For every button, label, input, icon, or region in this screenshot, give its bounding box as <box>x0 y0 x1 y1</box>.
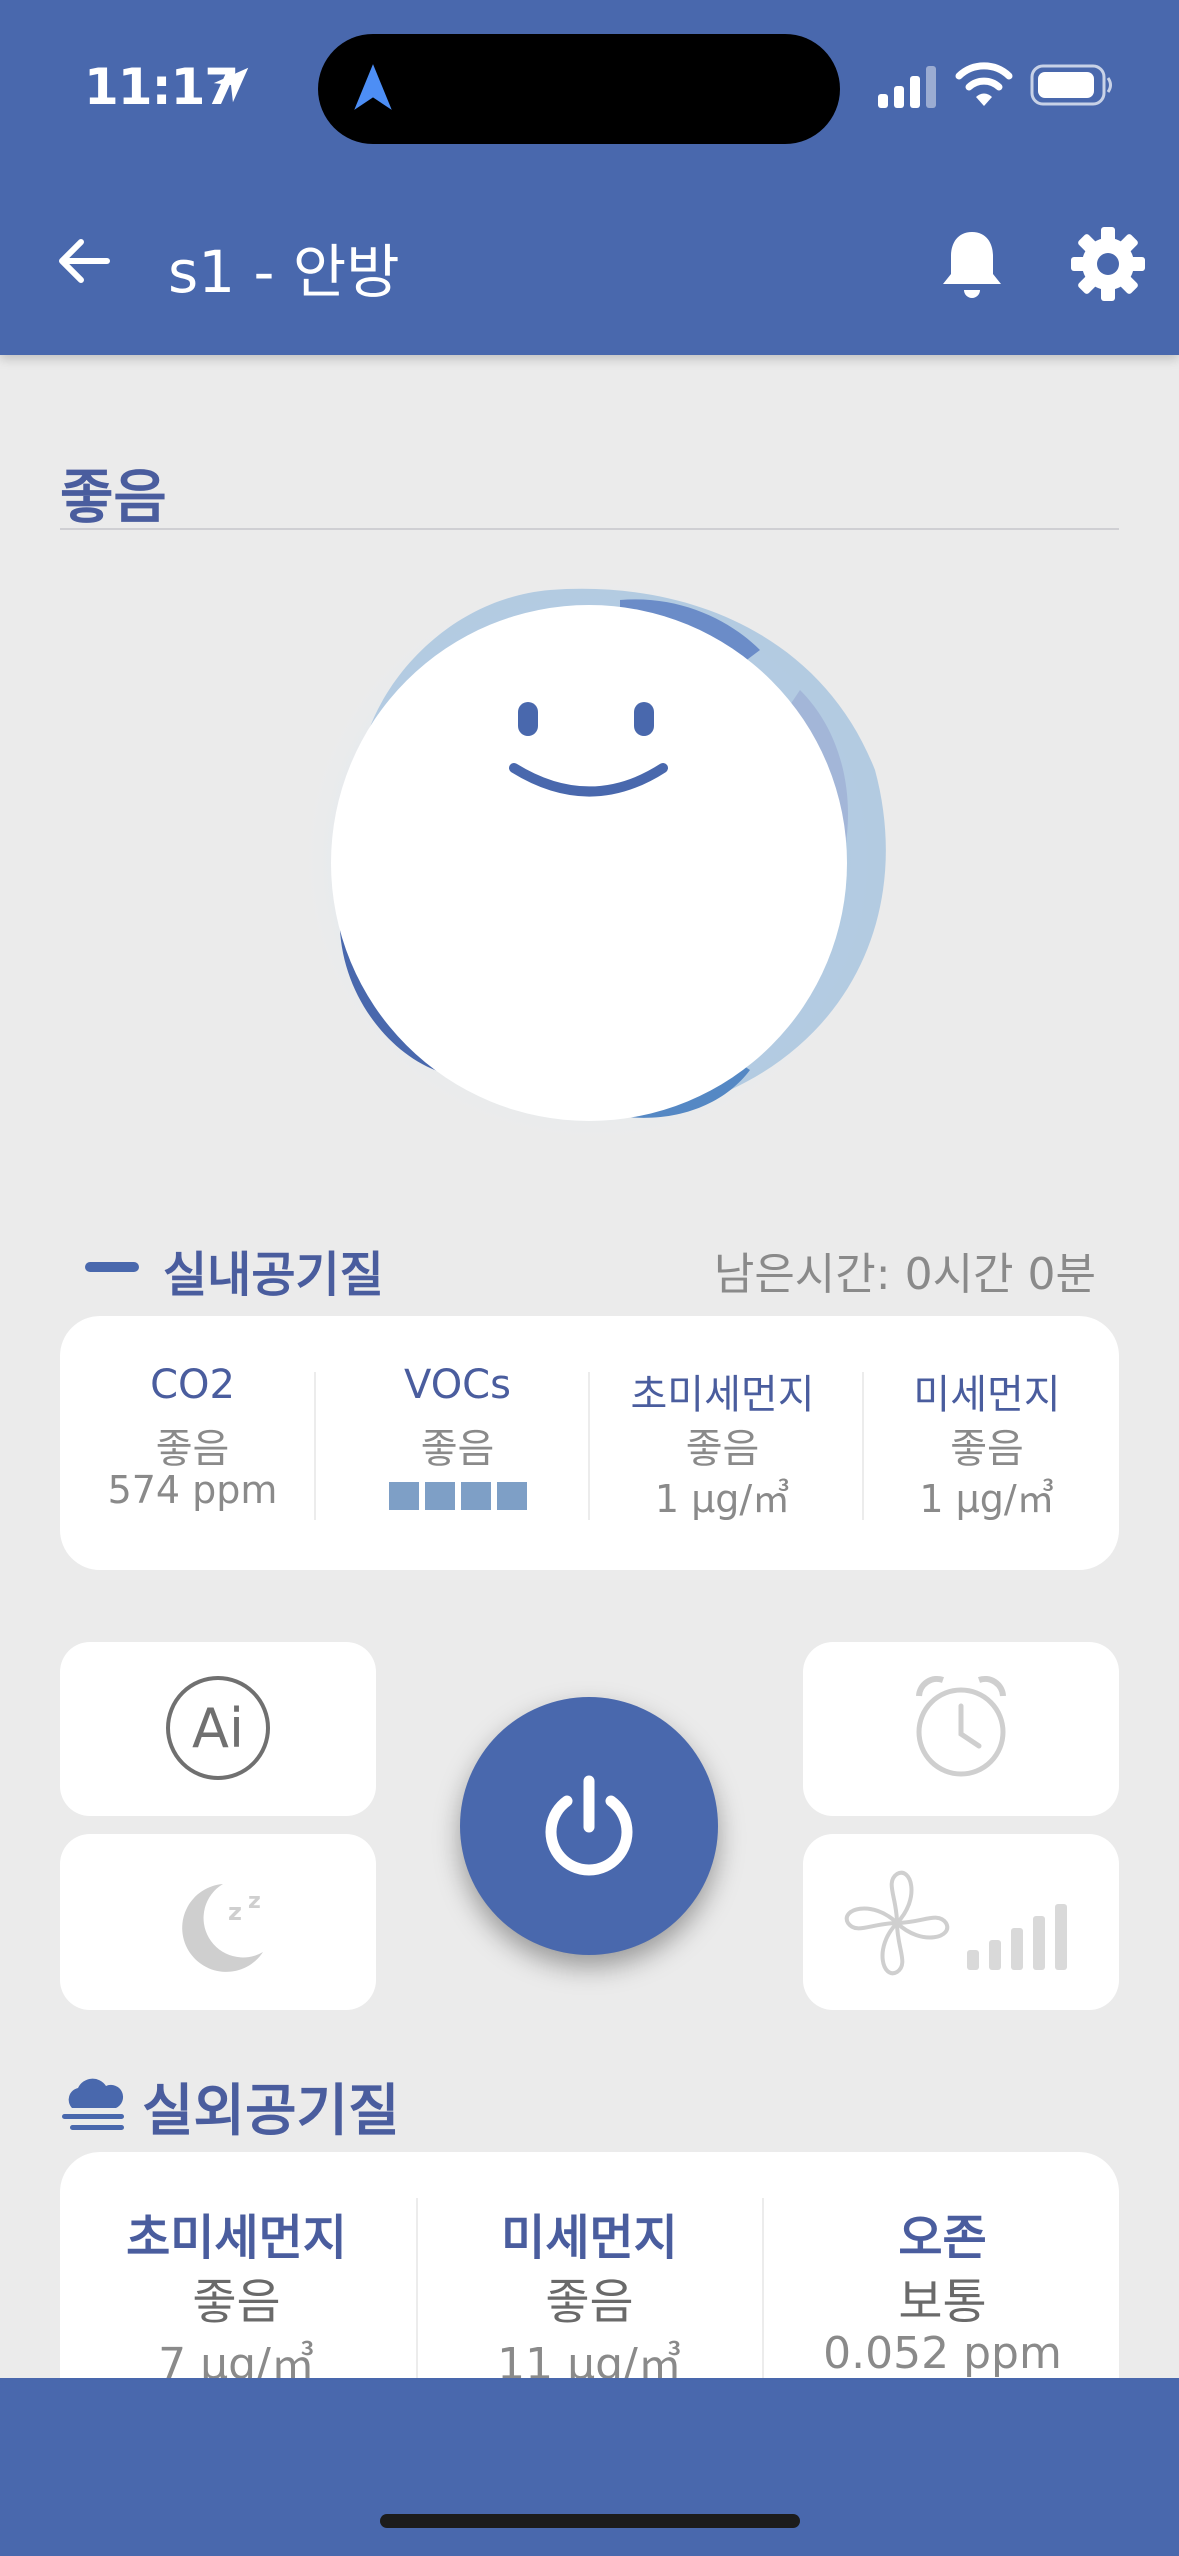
metric-level: 보통 <box>898 2274 987 2330</box>
smiley-face-illustration <box>305 580 886 1140</box>
voc-bar <box>460 1482 491 1510</box>
ai-mode-icon: Ai <box>166 1676 270 1780</box>
indoor-collapse-dash[interactable] <box>85 1262 139 1272</box>
metric-name: 초미세먼지 <box>630 1372 815 1418</box>
power-button[interactable] <box>460 1697 718 1955</box>
voc-bar <box>424 1482 455 1510</box>
metric-co2: CO2 좋음 574 ppm <box>60 1316 325 1570</box>
metric-vocs: VOCs 좋음 <box>325 1316 590 1570</box>
battery-icon <box>1030 64 1112 106</box>
svg-text:z: z <box>228 1898 242 1926</box>
alarm-clock-icon <box>916 1675 1006 1777</box>
metric-name: 오존 <box>898 2210 987 2266</box>
cloud-fog-icon <box>62 2078 124 2130</box>
timer-button[interactable] <box>803 1642 1119 1816</box>
svg-text:z: z <box>248 1889 261 1914</box>
metric-level: 좋음 <box>420 1426 495 1472</box>
device-title: s1 - 안방 <box>168 238 400 306</box>
bell-icon[interactable] <box>937 226 1007 304</box>
voc-bar <box>388 1482 419 1510</box>
metric-value: 1 µg/㎥ <box>654 1477 791 1521</box>
metric-value: 1 µg/㎥ <box>919 1477 1055 1521</box>
metric-pm25: 초미세먼지 좋음 1 µg/㎥ <box>590 1316 855 1570</box>
metric-level: 좋음 <box>950 1426 1024 1472</box>
divider <box>60 528 1119 530</box>
app-header: 11:17 s1 - 안방 <box>0 0 1179 355</box>
metric-pm10: 미세먼지 좋음 1 µg/㎥ <box>855 1316 1119 1570</box>
navigation-icon <box>354 64 392 110</box>
separator <box>762 2198 764 2398</box>
home-indicator[interactable] <box>380 2514 800 2528</box>
remaining-time: 남은시간: 0시간 0분 <box>713 1249 1096 1300</box>
metric-value: 0.052 ppm <box>823 2328 1062 2379</box>
outdoor-air-label: 실외공기질 <box>142 2079 400 2144</box>
metric-name: VOCs <box>404 1362 511 1408</box>
sleep-mode-button[interactable]: z z <box>60 1834 376 2010</box>
ai-mode-button[interactable]: Ai <box>60 1642 376 1816</box>
dynamic-island <box>318 34 840 144</box>
metric-name: 초미세먼지 <box>126 2210 347 2266</box>
metric-name: 미세먼지 <box>501 2210 678 2266</box>
separator <box>314 1372 316 1520</box>
voc-level-bars <box>325 1482 590 1510</box>
metric-name: 미세먼지 <box>913 1372 1061 1418</box>
metric-level: 좋음 <box>192 2274 281 2330</box>
air-status-label: 좋음 <box>60 463 167 531</box>
svg-text:Ai: Ai <box>192 1697 244 1760</box>
power-icon <box>545 1775 633 1876</box>
metric-name: CO2 <box>150 1362 235 1408</box>
location-arrow-icon <box>213 67 249 103</box>
indoor-air-label: 실내공기질 <box>163 1247 384 1303</box>
fan-speed-button[interactable] <box>803 1834 1119 2010</box>
metric-level: 좋음 <box>155 1426 230 1472</box>
cellular-signal-icon <box>878 66 936 108</box>
indoor-metrics-card: CO2 좋음 574 ppm VOCs 좋음 초미세먼지 좋음 1 µg/㎥ 미… <box>60 1316 1119 1570</box>
bottom-bar <box>0 2378 1179 2556</box>
gear-icon[interactable] <box>1070 226 1146 302</box>
metric-level: 좋음 <box>685 1426 760 1472</box>
fan-speed-icon <box>844 1870 1067 1976</box>
wifi-icon <box>955 62 1013 106</box>
sleep-moon-icon: z z <box>182 1884 263 1972</box>
back-arrow-icon[interactable] <box>55 232 113 290</box>
metric-level: 좋음 <box>545 2274 634 2330</box>
voc-bar <box>496 1482 527 1510</box>
metric-value: 574 ppm <box>107 1468 278 1512</box>
